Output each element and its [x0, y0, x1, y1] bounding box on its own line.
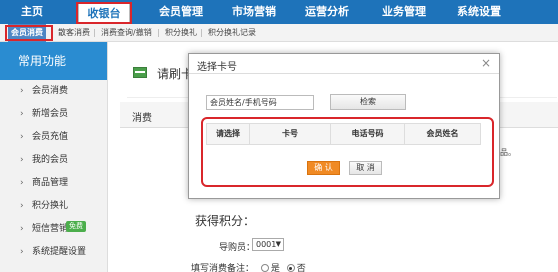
column-header-card-number: 卡号	[282, 129, 298, 138]
subnav-points-gift-record[interactable]: 积分换礼记录	[208, 24, 256, 42]
column-header-phone: 电话号码	[351, 129, 384, 138]
card-icon	[133, 67, 147, 78]
nav-member-management[interactable]: 会员管理	[155, 0, 207, 24]
guide-select-value: 0001	[256, 240, 277, 249]
sidebar-item-label: 新增会员	[32, 109, 69, 119]
sidebar-item-goods-management[interactable]: › 商品管理	[0, 172, 108, 195]
subnav-consume-query[interactable]: 消费查询/撤销	[101, 24, 152, 42]
nav-business-management[interactable]: 业务管理	[378, 0, 430, 24]
chevron-right-icon: ›	[20, 109, 24, 119]
remark-label: 填写消费备注：	[191, 264, 255, 272]
member-search-input[interactable]: 会员姓名/手机号码	[206, 95, 314, 110]
subnav-separator: |	[157, 28, 160, 37]
sidebar-item-points-gift[interactable]: › 积分换礼	[0, 195, 108, 218]
sidebar-item-label: 会员消费	[32, 86, 69, 96]
guide-select[interactable]: 0001 ▼	[252, 238, 284, 251]
sidebar-item-sms-marketing[interactable]: › 短信营销 免费	[0, 218, 108, 241]
sidebar-item-system-reminder[interactable]: › 系统提醒设置	[0, 241, 108, 264]
dropdown-arrow-icon: ▼	[275, 240, 281, 248]
sub-nav: 会员消费 散客消费 | 消费查询/撤销 | 积分换礼 | 积分换礼记录	[0, 24, 558, 42]
sidebar-title: 常用功能	[0, 42, 107, 80]
chevron-right-icon: ›	[20, 132, 24, 142]
close-icon[interactable]: ×	[481, 56, 491, 70]
free-badge: 免费	[66, 221, 86, 232]
radio-label-yes: 是	[270, 264, 280, 272]
chevron-right-icon: ›	[20, 224, 24, 234]
remark-row: 填写消费备注： 是 否	[191, 261, 306, 272]
sidebar-item-label: 积分换礼	[32, 201, 69, 211]
subnav-separator: |	[200, 28, 203, 37]
column-header-select: 请选择	[216, 129, 240, 138]
sidebar-item-label: 商品管理	[32, 178, 69, 188]
sidebar-item-my-members[interactable]: › 我的会员	[0, 149, 108, 172]
top-nav: 主页 收银台 会员管理 市场营销 运营分析 业务管理 系统设置	[0, 0, 558, 24]
chevron-right-icon: ›	[20, 247, 24, 257]
chevron-right-icon: ›	[20, 155, 24, 165]
subnav-separator: |	[93, 28, 96, 37]
sidebar-item-label: 会员充值	[32, 132, 69, 142]
nav-marketing[interactable]: 市场营销	[228, 0, 280, 24]
radio-icon[interactable]	[260, 264, 269, 272]
sidebar-item-member-consume[interactable]: › 会员消费	[0, 80, 108, 103]
sidebar-item-member-recharge[interactable]: › 会员充值	[0, 126, 108, 149]
nav-system-settings[interactable]: 系统设置	[453, 0, 505, 24]
dialog-title: 选择卡号	[197, 62, 237, 73]
consume-panel-title: 消费	[132, 113, 152, 124]
cancel-button[interactable]: 取 消	[349, 161, 382, 175]
subnav-points-gift[interactable]: 积分换礼	[165, 24, 197, 42]
remark-radio-no[interactable]: 否	[283, 264, 306, 272]
search-button[interactable]: 检索	[330, 94, 406, 110]
dialog-header: 选择卡号 ×	[189, 54, 499, 74]
chevron-right-icon: ›	[20, 178, 24, 188]
subnav-member-consume[interactable]: 会员消费	[8, 24, 46, 42]
guide-label: 导购员：	[219, 243, 256, 253]
select-card-dialog: 选择卡号 × 会员姓名/手机号码 检索 请选择 卡号 电话号码 会员姓名 确 认…	[188, 53, 500, 199]
radio-checked-icon[interactable]	[286, 264, 295, 272]
results-table-header: 请选择 卡号 电话号码 会员姓名	[206, 123, 481, 145]
chevron-right-icon: ›	[20, 201, 24, 211]
sidebar-item-new-member[interactable]: › 新增会员	[0, 103, 108, 126]
nav-cashier[interactable]: 收银台	[78, 2, 130, 24]
nav-operation-analysis[interactable]: 运营分析	[301, 0, 353, 24]
sidebar-item-label: 系统提醒设置	[32, 247, 87, 257]
subnav-walkin-consume[interactable]: 散客消费	[58, 24, 90, 42]
radio-label-no: 否	[296, 264, 306, 272]
remark-radio-yes[interactable]: 是	[257, 264, 280, 272]
sidebar-item-label: 短信营销	[32, 224, 69, 234]
earned-points-label: 获得积分：	[195, 214, 256, 228]
sidebar-item-label: 我的会员	[32, 155, 69, 165]
column-header-member-name: 会员姓名	[426, 129, 459, 138]
confirm-button[interactable]: 确 认	[307, 161, 340, 175]
chevron-right-icon: ›	[20, 86, 24, 96]
sidebar: 常用功能 › 会员消费 › 新增会员 › 会员充值 › 我的会员 › 商品管理 …	[0, 42, 108, 272]
nav-home[interactable]: 主页	[14, 0, 50, 24]
